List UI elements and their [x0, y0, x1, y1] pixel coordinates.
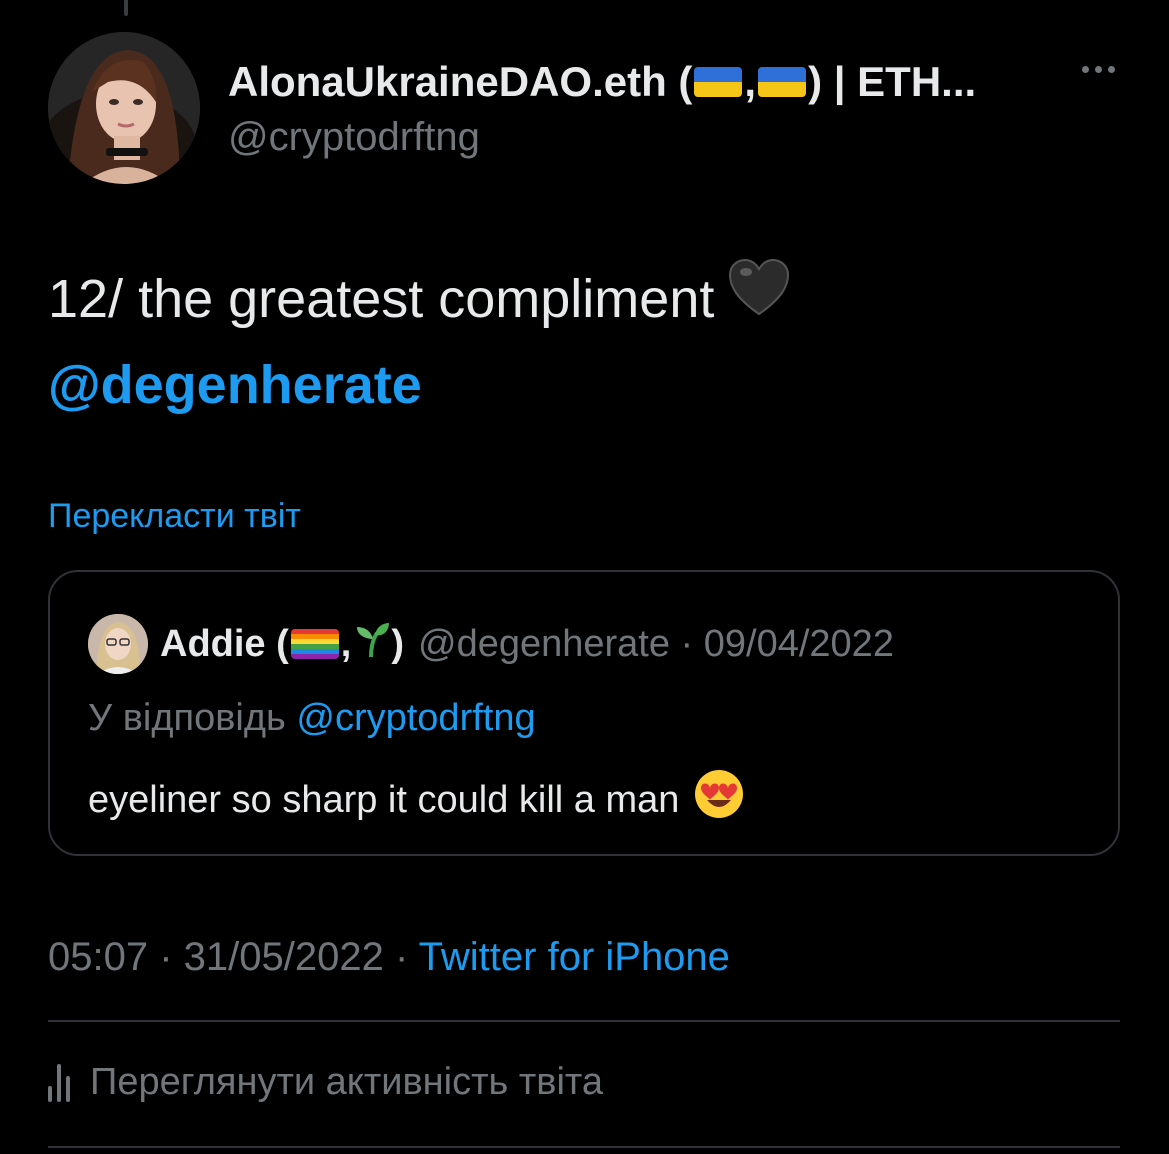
- view-activity-button[interactable]: Переглянути активність твіта: [48, 1058, 603, 1106]
- tweet-source-link[interactable]: Twitter for iPhone: [419, 935, 730, 979]
- quoted-name-end: ): [391, 622, 404, 665]
- tweet-body: 12/ the greatest compliment @degenherate: [48, 256, 1128, 428]
- quoted-tweet-text-row: eyeliner so sharp it could kill a man: [88, 768, 745, 832]
- reply-to-handle[interactable]: @cryptodrftng: [296, 697, 535, 739]
- author-avatar[interactable]: [48, 32, 200, 184]
- tweet-meta: 05:07 · 31/05/2022 · Twitter for iPhone: [48, 930, 730, 984]
- quoted-handle-date: @degenherate · 09/04/2022: [418, 622, 894, 665]
- tweet-header: AlonaUkraineDAO.eth ( , ) | ETH... @cryp…: [48, 32, 1123, 184]
- thread-connector-line: [124, 0, 128, 16]
- more-icon[interactable]: [1082, 66, 1115, 73]
- quoted-reply-context: У відповідь @cryptodrftng: [88, 694, 536, 742]
- author-avatar-image: [48, 32, 200, 184]
- black-heart-icon: [728, 255, 790, 341]
- quoted-tweet-header: Addie ( , ) @degenherate · 09/04/2022: [88, 614, 894, 674]
- divider: [48, 1020, 1120, 1022]
- ukraine-flag-icon: [758, 67, 807, 97]
- rainbow-flag-icon: [290, 629, 339, 659]
- ukraine-flag-icon: [694, 67, 743, 97]
- quoted-tweet-text: eyeliner so sharp it could kill a man: [88, 779, 680, 821]
- tweet-timestamp: 05:07 · 31/05/2022 ·: [48, 935, 419, 979]
- quoted-tweet-card[interactable]: Addie ( , ) @degenherate · 09/04/2022 У …: [48, 570, 1120, 856]
- seedling-icon: [351, 619, 391, 669]
- analytics-icon: [48, 1062, 70, 1102]
- quoted-name-comma: ,: [340, 622, 352, 665]
- quoted-author-avatar: [88, 614, 148, 674]
- tweet-mention-link[interactable]: @degenherate: [48, 342, 1128, 428]
- heart-eyes-icon: [693, 768, 745, 832]
- translate-tweet-link[interactable]: Перекласти твіт: [48, 494, 301, 538]
- reply-prefix: У відповідь: [88, 697, 286, 739]
- quoted-author-name: Addie ( , ): [160, 619, 404, 669]
- author-display-name[interactable]: AlonaUkraineDAO.eth ( , ) | ETH...: [228, 56, 1048, 108]
- display-name-end: ) | ETH...: [808, 58, 977, 105]
- quoted-name-start: Addie (: [160, 622, 289, 665]
- author-handle[interactable]: @cryptodrftng: [228, 112, 1048, 162]
- tweet-text: 12/ the greatest compliment: [48, 269, 715, 329]
- display-name-comma: ,: [744, 58, 757, 105]
- display-name-start: AlonaUkraineDAO.eth (: [228, 58, 693, 105]
- view-activity-label: Переглянути активність твіта: [90, 1061, 603, 1103]
- author-names: AlonaUkraineDAO.eth ( , ) | ETH... @cryp…: [228, 56, 1048, 162]
- divider: [48, 1146, 1120, 1148]
